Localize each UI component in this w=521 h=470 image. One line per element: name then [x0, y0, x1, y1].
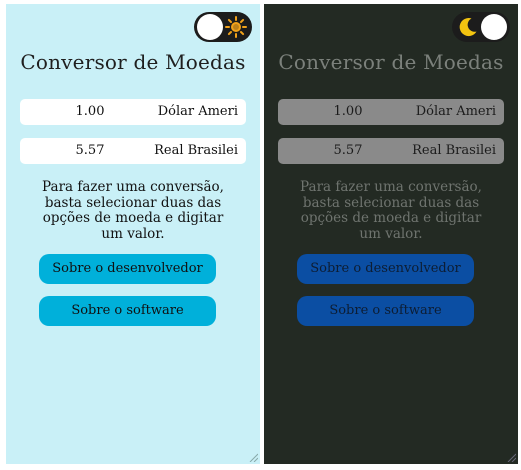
sun-icon: [225, 16, 247, 38]
help-line: Para fazer uma conversão,: [300, 179, 482, 195]
help-line: opções de moeda e digitar: [42, 210, 224, 226]
from-amount-input[interactable]: 1.00: [278, 104, 418, 119]
to-amount-input[interactable]: 5.57: [20, 143, 160, 158]
help-line: Para fazer uma conversão,: [42, 179, 224, 195]
moon-icon: [459, 18, 477, 37]
to-amount-input[interactable]: 5.57: [278, 143, 418, 158]
from-currency-field[interactable]: 1.00 Dólar Ameri: [278, 99, 504, 125]
to-currency-select[interactable]: Real Brasilei: [154, 143, 238, 158]
help-text: Para fazer uma conversão, basta selecion…: [26, 179, 240, 242]
help-text: Para fazer uma conversão, basta selecion…: [284, 179, 498, 242]
help-line: opções de moeda e digitar: [300, 210, 482, 226]
to-currency-field[interactable]: 5.57 Real Brasilei: [20, 138, 246, 164]
resize-grip-icon[interactable]: [248, 452, 258, 462]
toggle-knob: [197, 14, 223, 40]
about-software-button[interactable]: Sobre o software: [39, 296, 216, 326]
about-developer-button[interactable]: Sobre o desenvolvedor: [297, 254, 474, 284]
to-currency-field[interactable]: 5.57 Real Brasilei: [278, 138, 504, 164]
to-currency-select[interactable]: Real Brasilei: [412, 143, 496, 158]
resize-grip-icon[interactable]: [506, 452, 516, 462]
help-line: basta selecionar duas das: [302, 194, 480, 211]
about-software-button[interactable]: Sobre o software: [297, 296, 474, 326]
from-currency-field[interactable]: 1.00 Dólar Ameri: [20, 99, 246, 125]
page-title: Conversor de Moedas: [20, 50, 246, 74]
help-line: um valor.: [359, 225, 423, 242]
help-line: basta selecionar duas das: [44, 194, 222, 211]
help-line: um valor.: [101, 225, 165, 242]
from-currency-select[interactable]: Dólar Ameri: [158, 104, 238, 119]
from-amount-input[interactable]: 1.00: [20, 104, 160, 119]
dark-theme-window: Conversor de Moedas 1.00 Dólar Ameri 5.5…: [264, 4, 518, 464]
toggle-knob: [481, 14, 507, 40]
theme-toggle[interactable]: [452, 12, 510, 42]
page-title: Conversor de Moedas: [278, 50, 504, 74]
from-currency-select[interactable]: Dólar Ameri: [416, 104, 496, 119]
about-developer-button[interactable]: Sobre o desenvolvedor: [39, 254, 216, 284]
theme-toggle[interactable]: [194, 12, 252, 42]
light-theme-window: Conversor de Moedas 1.00 Dólar Ameri 5.5…: [6, 4, 260, 464]
